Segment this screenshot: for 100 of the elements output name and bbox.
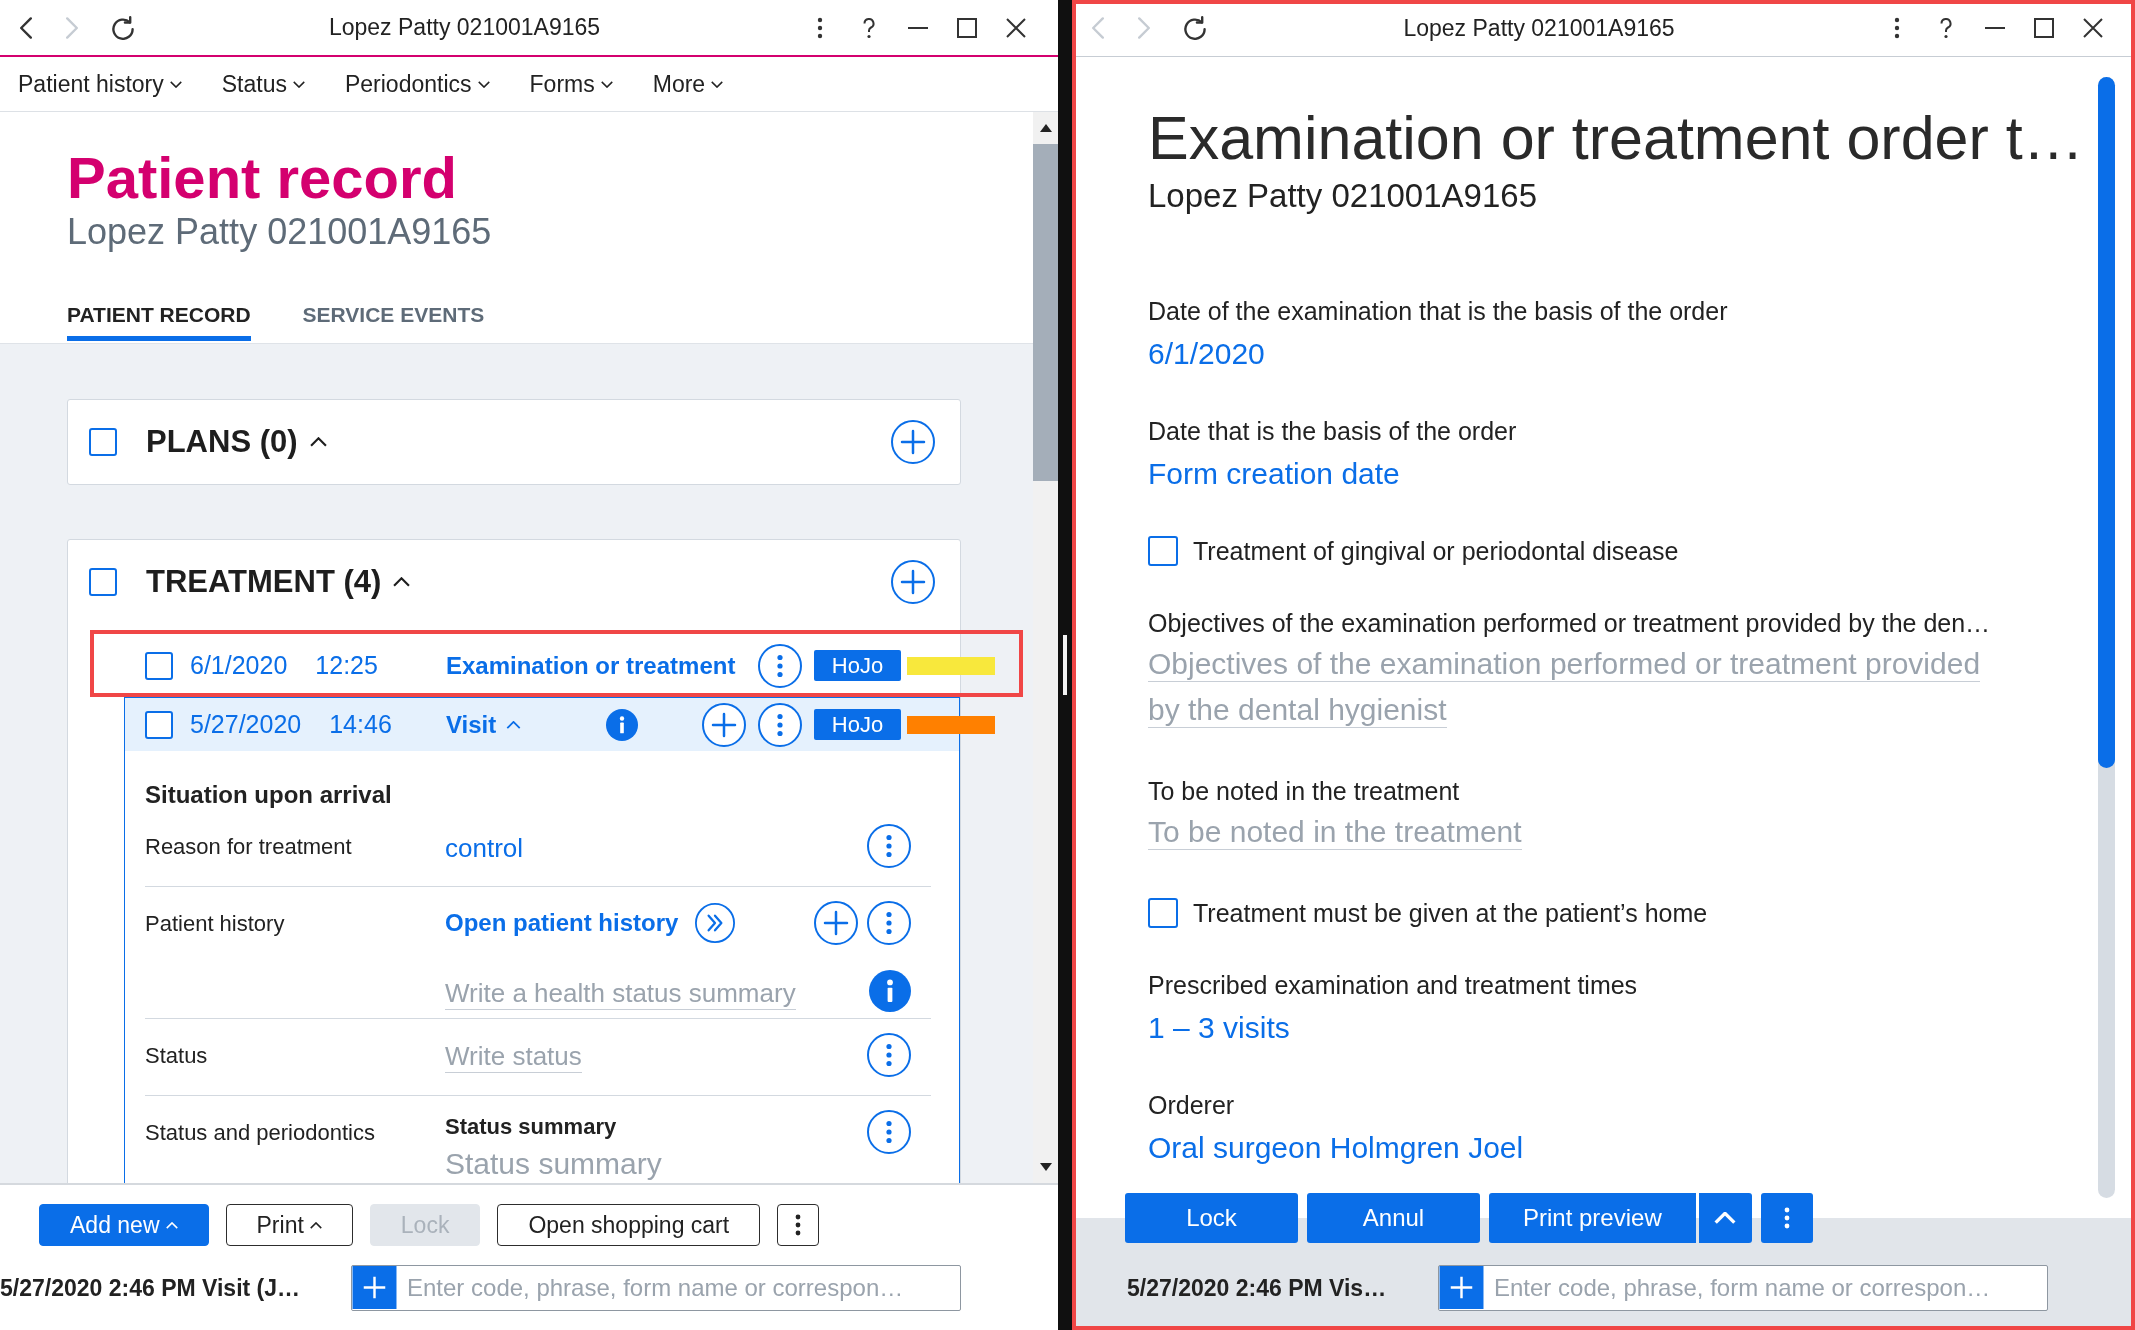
info-icon[interactable] xyxy=(606,708,638,741)
help-icon[interactable] xyxy=(861,16,876,39)
field-label: Patient history xyxy=(145,910,285,938)
group-heading: Situation upon arrival xyxy=(145,780,392,810)
window-title: Lopez Patty 021001A9165 xyxy=(1403,14,1675,41)
close-icon[interactable] xyxy=(1005,17,1026,38)
field-heading: Status summary xyxy=(445,1113,617,1141)
summary-field[interactable]: Write a health status summary xyxy=(445,978,796,1010)
status-text: 5/27/2020 2:46 PM Visit (J… xyxy=(0,1274,301,1301)
field-value[interactable]: 6/1/2020 xyxy=(1148,337,1265,370)
scrollbar-track[interactable] xyxy=(1033,112,1058,1183)
info-icon[interactable] xyxy=(869,970,911,1012)
tab[interactable]: SERVICE EVENTS xyxy=(302,301,485,341)
entry-date: 5/27/2020 xyxy=(190,710,302,739)
command-field[interactable]: Enter code, phrase, form name or correspon… xyxy=(1438,1265,2048,1311)
field-label: To be noted in the treatment xyxy=(1148,776,1460,807)
command-field[interactable]: Enter code, phrase, form name or correspon… xyxy=(351,1265,961,1311)
history-link[interactable]: Open patient history xyxy=(445,909,679,937)
page-subtitle: Lopez Patty 021001A9165 xyxy=(67,211,492,253)
checkbox[interactable] xyxy=(145,710,173,739)
add-icon[interactable] xyxy=(702,702,746,747)
field-label: Status xyxy=(145,1042,208,1070)
checkbox[interactable] xyxy=(89,428,117,456)
field-value[interactable]: control xyxy=(445,831,524,865)
checkbox[interactable] xyxy=(145,651,173,680)
menu-item[interactable]: Periodontics xyxy=(344,70,490,98)
double-chevron-icon[interactable] xyxy=(695,903,736,943)
scrollbar-thumb[interactable] xyxy=(1033,144,1058,481)
field-value[interactable]: Form creation date xyxy=(1148,457,1400,490)
field-label: Date of the examination that is the basis of the order xyxy=(1148,296,1728,327)
page-title: Patient record xyxy=(67,145,457,211)
summary-field[interactable]: Status summary xyxy=(445,1147,662,1181)
close-icon[interactable] xyxy=(2082,18,2103,38)
more-icon[interactable] xyxy=(816,16,823,39)
minimize-icon[interactable] xyxy=(907,26,928,29)
chevron-up-icon xyxy=(1714,1212,1737,1224)
chevron-down-icon xyxy=(292,80,305,88)
scroll-up-icon[interactable] xyxy=(1039,124,1052,132)
checkbox[interactable] xyxy=(1148,898,1178,928)
field-label: Objectives of the examination performed or treatment provided by the den… xyxy=(1148,608,1991,639)
field-label: Status and periodontics xyxy=(145,1119,375,1147)
chevron-down-icon xyxy=(169,80,182,88)
add-icon[interactable] xyxy=(891,420,935,464)
checkbox-label: Treatment of gingival or periodontal disease xyxy=(1193,536,1679,567)
field-label: Orderer xyxy=(1148,1090,1235,1121)
field-label: Prescribed examination and treatment times xyxy=(1148,970,1638,1001)
help-icon[interactable] xyxy=(1938,17,1953,39)
scrollbar-thumb[interactable] xyxy=(2098,77,2115,768)
initials-badge: HoJo xyxy=(814,709,901,740)
menu-item[interactable]: Patient history xyxy=(18,70,182,98)
action-button[interactable]: Lock xyxy=(1125,1193,1298,1243)
footer-button[interactable]: Print xyxy=(225,1204,353,1246)
checkbox[interactable] xyxy=(1148,536,1178,566)
more-icon[interactable] xyxy=(1893,17,1900,39)
menu-item[interactable]: Status xyxy=(221,70,305,98)
minimize-icon[interactable] xyxy=(1984,27,2005,29)
field-value[interactable]: 1 – 3 visits xyxy=(1148,1011,1290,1044)
section-toggle[interactable]: PLANS (0) xyxy=(146,424,327,460)
menu-button[interactable] xyxy=(1698,1193,1752,1243)
add-icon[interactable] xyxy=(814,901,858,945)
section-toggle[interactable]: TREATMENT (4) xyxy=(146,564,411,600)
footer-button[interactable]: Add new xyxy=(39,1204,209,1246)
checkbox[interactable] xyxy=(89,568,117,596)
add-icon[interactable] xyxy=(352,1266,397,1309)
window-title: Lopez Patty 021001A9165 xyxy=(328,14,601,40)
text-field[interactable]: Objectives of the examination performed or treatment provided by the dental hygienist xyxy=(1148,643,2008,735)
more-icon xyxy=(1783,1207,1790,1229)
back-icon[interactable] xyxy=(20,16,32,39)
footer-button[interactable]: Open shopping cart xyxy=(497,1204,761,1246)
tab[interactable]: PATIENT RECORD xyxy=(67,301,251,341)
action-button[interactable]: Print preview xyxy=(1489,1193,1696,1243)
more-button[interactable] xyxy=(777,1204,820,1246)
initials-badge: HoJo xyxy=(814,650,901,681)
entry-link[interactable]: Examination or treatment xyxy=(446,651,736,680)
field-value[interactable]: Oral surgeon Holmgren Joel xyxy=(1148,1131,1524,1164)
text-field[interactable]: To be noted in the treatment xyxy=(1148,811,1522,857)
chevron-down-icon xyxy=(711,80,724,88)
scrollbar-track[interactable] xyxy=(2098,77,2115,1198)
entry-date: 6/1/2020 xyxy=(190,651,288,680)
chevron-up-icon xyxy=(309,1221,322,1229)
entry-time: 14:46 xyxy=(329,710,392,739)
menu-item[interactable]: Forms xyxy=(529,70,613,98)
checkbox-label: Treatment must be given at the patient’s home xyxy=(1193,898,1708,929)
resize-handle[interactable] xyxy=(1063,635,1067,695)
add-icon[interactable] xyxy=(891,560,935,604)
scroll-down-icon[interactable] xyxy=(1039,1163,1052,1171)
maximize-icon[interactable] xyxy=(956,17,977,38)
chevron-down-icon xyxy=(600,80,613,88)
entry-time: 12:25 xyxy=(315,651,378,680)
entry-toggle[interactable]: Visit xyxy=(446,710,522,739)
refresh-icon[interactable] xyxy=(112,15,134,40)
field-label: Reason for treatment xyxy=(145,833,352,861)
maximize-icon[interactable] xyxy=(2033,18,2054,38)
action-button[interactable]: Annul xyxy=(1307,1193,1480,1243)
refresh-icon[interactable] xyxy=(1184,16,1206,40)
status-text: 5/27/2020 2:46 PM Vis… xyxy=(1127,1274,1387,1301)
add-icon[interactable] xyxy=(1439,1266,1484,1309)
more-icon xyxy=(795,1214,802,1236)
status-field[interactable]: Write status xyxy=(445,1041,582,1073)
menu-item[interactable]: More xyxy=(652,70,724,98)
